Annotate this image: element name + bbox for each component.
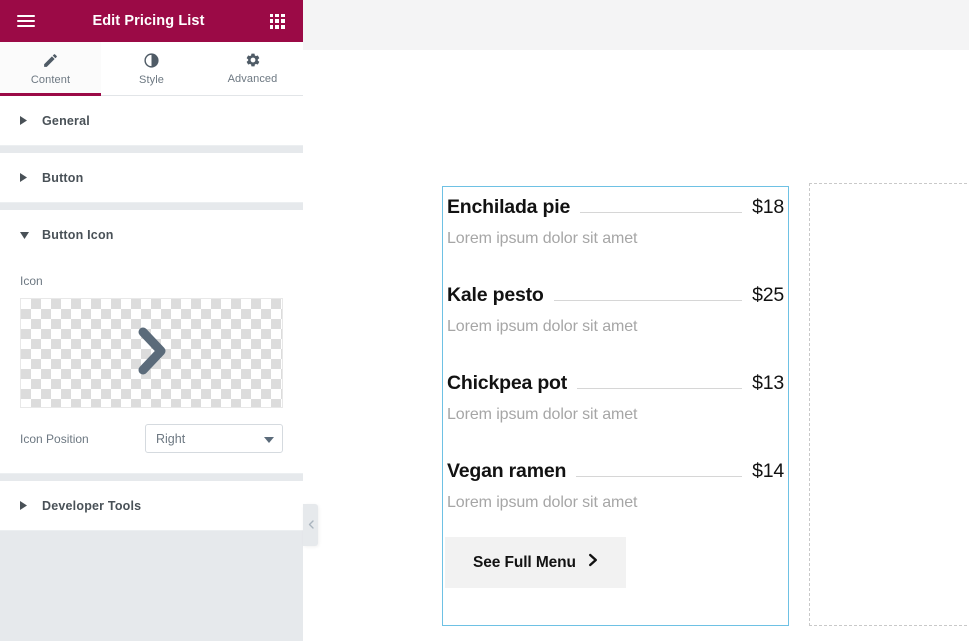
icon-field-label: Icon	[20, 274, 43, 288]
empty-column-placeholder[interactable]	[809, 183, 969, 626]
section-button-icon[interactable]: Button Icon	[0, 210, 303, 260]
item-description: Lorem ipsum dolor sit amet	[447, 406, 638, 423]
list-item[interactable]: Kale pesto $25 Lorem ipsum dolor sit ame…	[445, 284, 786, 336]
tab-content-label: Content	[30, 73, 71, 86]
grid-apps-icon[interactable]	[263, 7, 291, 35]
list-item[interactable]: Enchilada pie $18 Lorem ipsum dolor sit …	[445, 196, 786, 248]
chevron-down-icon	[264, 430, 274, 448]
contrast-circle-icon	[143, 52, 160, 69]
section-button-icon-label: Button Icon	[42, 228, 114, 242]
price-separator	[576, 476, 743, 477]
pencil-icon	[42, 52, 59, 69]
list-item[interactable]: Vegan ramen $14 Lorem ipsum dolor sit am…	[445, 460, 786, 512]
item-description: Lorem ipsum dolor sit amet	[447, 318, 638, 335]
price-separator	[577, 388, 743, 389]
gear-icon	[245, 52, 261, 68]
tab-advanced[interactable]: Advanced	[202, 42, 303, 95]
chevron-down-icon	[20, 231, 34, 239]
tab-style[interactable]: Style	[101, 42, 202, 95]
section-button[interactable]: Button	[0, 153, 303, 203]
tab-advanced-label: Advanced	[227, 73, 278, 85]
chevron-right-icon	[20, 116, 34, 125]
item-description: Lorem ipsum dolor sit amet	[447, 230, 638, 247]
item-price: $18	[752, 196, 784, 218]
editor-root: Edit Pricing List Content Style Advanced…	[0, 0, 969, 641]
section-general-label: General	[42, 113, 90, 128]
pricing-list-widget[interactable]: Enchilada pie $18 Lorem ipsum dolor sit …	[442, 186, 789, 626]
price-row: Kale pesto $25	[445, 284, 786, 307]
item-price: $13	[752, 372, 784, 394]
chevron-right-icon	[588, 553, 599, 572]
button-icon-controls: Icon Icon Position Right	[0, 260, 303, 474]
item-title: Kale pesto	[447, 284, 544, 306]
item-title: Chickpea pot	[447, 372, 568, 394]
panel-header: Edit Pricing List	[0, 0, 303, 42]
section-developer-tools[interactable]: Developer Tools	[0, 481, 303, 531]
section-button-label: Button	[42, 170, 84, 185]
icon-position-row: Icon Position Right	[20, 424, 283, 453]
item-price: $14	[752, 460, 784, 482]
chevron-right-icon	[20, 501, 34, 510]
icon-preview[interactable]	[20, 298, 283, 408]
panel-sections: General Button Button Icon Icon Icon Pos…	[0, 96, 303, 641]
canvas-top-strip	[303, 0, 969, 50]
item-title: Enchilada pie	[447, 196, 571, 218]
chevron-right-icon	[20, 173, 34, 182]
page-title: Edit Pricing List	[92, 13, 205, 29]
see-full-menu-label: See Full Menu	[473, 553, 576, 571]
item-price: $25	[752, 284, 784, 306]
item-title: Vegan ramen	[447, 460, 567, 482]
chevron-left-icon	[308, 516, 314, 534]
price-row: Enchilada pie $18	[445, 196, 786, 219]
chevron-right-icon	[132, 325, 172, 382]
tab-content[interactable]: Content	[0, 42, 101, 96]
tab-style-label: Style	[139, 73, 164, 86]
price-row: Vegan ramen $14	[445, 460, 786, 483]
item-description: Lorem ipsum dolor sit amet	[447, 494, 638, 511]
icon-position-value: Right	[156, 431, 186, 446]
list-item[interactable]: Chickpea pot $13 Lorem ipsum dolor sit a…	[445, 372, 786, 424]
price-separator	[553, 300, 743, 301]
section-developer-tools-label: Developer Tools	[42, 498, 142, 513]
price-separator	[580, 212, 743, 213]
editor-panel: Edit Pricing List Content Style Advanced…	[0, 0, 303, 641]
section-general[interactable]: General	[0, 96, 303, 146]
preview-canvas: Enchilada pie $18 Lorem ipsum dolor sit …	[303, 0, 969, 641]
icon-position-select[interactable]: Right	[145, 424, 283, 453]
price-row: Chickpea pot $13	[445, 372, 786, 395]
panel-tabs: Content Style Advanced	[0, 42, 303, 96]
panel-collapse-handle[interactable]	[303, 504, 318, 546]
see-full-menu-button[interactable]: See Full Menu	[445, 537, 626, 588]
icon-position-label: Icon Position	[20, 431, 89, 446]
